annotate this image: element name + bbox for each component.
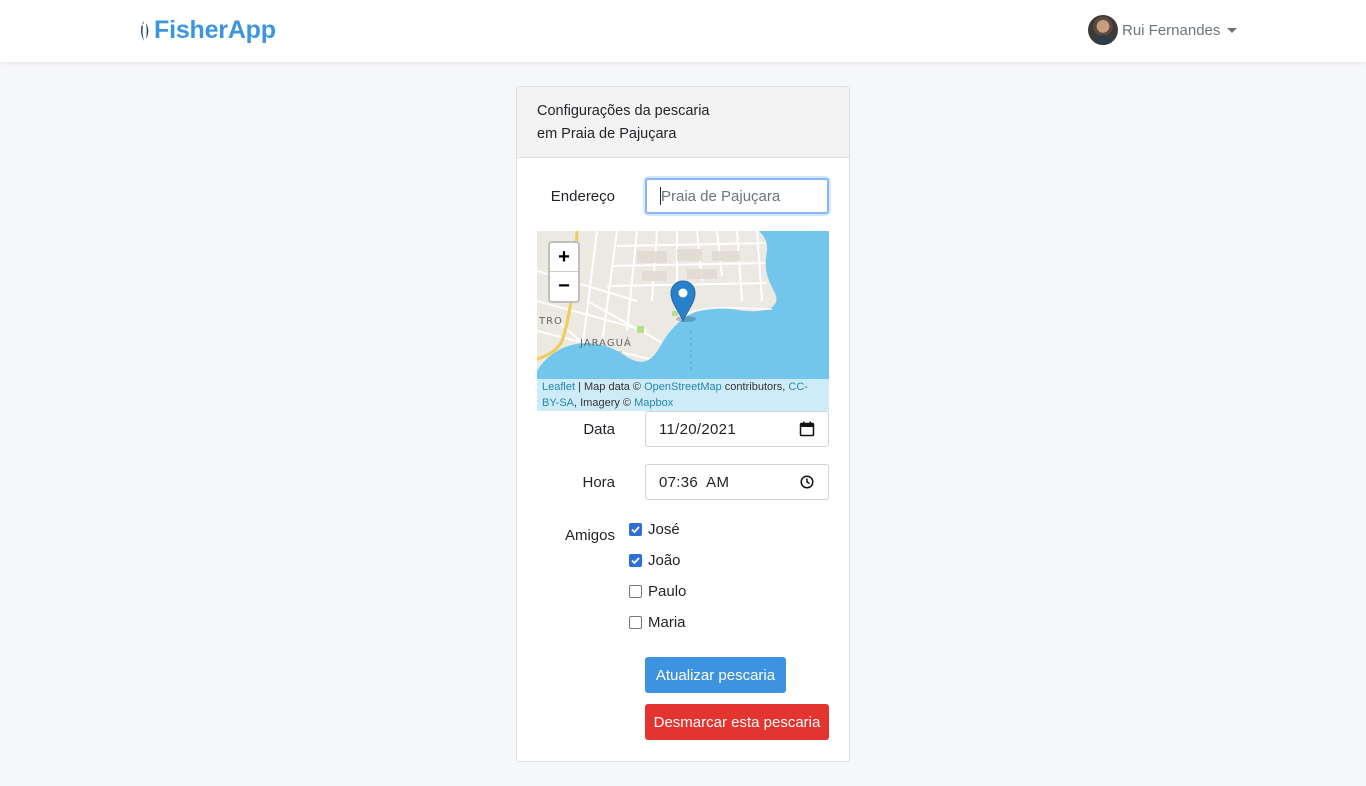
calendar-icon[interactable]	[799, 421, 815, 437]
card-title-line2: em Praia de Pajuçara	[537, 126, 677, 142]
card-header: Configurações da pescaria em Praia de Pa…	[517, 87, 849, 158]
address-input[interactable]: Praia de Pajuçara	[645, 178, 829, 214]
friend-option-joao[interactable]: João	[629, 552, 681, 569]
friend-name: Paulo	[648, 583, 687, 600]
friend-name: João	[648, 552, 681, 569]
mapbox-link[interactable]: Mapbox	[634, 397, 673, 409]
friend-name: José	[648, 521, 680, 538]
update-fishing-button[interactable]: Atualizar pescaria	[645, 657, 786, 693]
time-input[interactable]: 07:36 AM	[645, 464, 829, 500]
user-name: Rui Fernandes	[1122, 21, 1221, 39]
attribution-contributors: contributors,	[721, 381, 789, 393]
friend-checkbox-jose[interactable]	[629, 523, 642, 536]
check-icon	[631, 526, 640, 534]
brand-app: App	[227, 16, 276, 44]
fish-logo-icon	[141, 20, 149, 41]
friends-label: Amigos	[564, 527, 615, 544]
friend-option-jose[interactable]: José	[629, 521, 680, 538]
user-menu-dropdown[interactable]: Rui Fernandes	[1088, 15, 1238, 45]
brand-logo[interactable]: FisherApp	[137, 16, 276, 45]
leaflet-link[interactable]: Leaflet	[542, 381, 575, 393]
card-title-line1: Configurações da pescaria	[537, 103, 710, 119]
avatar	[1088, 15, 1118, 45]
check-icon	[631, 557, 640, 565]
address-placeholder: Praia de Pajuçara	[661, 187, 781, 205]
fishing-settings-card: Configurações da pescaria em Praia de Pa…	[516, 86, 850, 762]
osm-link[interactable]: OpenStreetMap	[644, 381, 722, 393]
clock-icon[interactable]	[799, 474, 815, 490]
time-value: 07:36 AM	[659, 473, 730, 491]
friend-checkbox-paulo[interactable]	[629, 585, 642, 598]
friend-name: Maria	[648, 614, 686, 631]
map-zoom-control: + −	[548, 241, 580, 303]
date-input[interactable]: 11/20/2021	[645, 411, 829, 447]
zoom-in-button[interactable]: +	[550, 243, 578, 272]
time-label: Hora	[582, 474, 615, 491]
address-label: Endereço	[550, 188, 615, 205]
attribution-map-data: | Map data ©	[575, 381, 645, 393]
map-label-centro: TRO	[538, 316, 563, 327]
map-attribution: Leaflet | Map data © OpenStreetMap contr…	[537, 379, 829, 411]
friend-checkbox-maria[interactable]	[629, 616, 642, 629]
attribution-imagery: , Imagery ©	[574, 397, 635, 409]
navbar: FisherApp Rui Fernandes	[0, 0, 1366, 62]
date-value: 11/20/2021	[659, 420, 736, 438]
brand-name: FisherApp	[154, 16, 276, 45]
map[interactable]: TRO JARAGUÁ + − Leaflet | Map data © Ope…	[537, 231, 829, 411]
map-marker-icon[interactable]	[669, 279, 697, 323]
friend-option-maria[interactable]: Maria	[629, 614, 686, 631]
map-label-jaragua: JARAGUÁ	[579, 336, 632, 349]
chevron-down-icon	[1227, 27, 1238, 33]
brand-fisher: Fisher	[154, 16, 228, 44]
friend-option-paulo[interactable]: Paulo	[629, 583, 686, 600]
friend-checkbox-joao[interactable]	[629, 554, 642, 567]
date-label: Data	[583, 421, 615, 438]
cancel-fishing-button[interactable]: Desmarcar esta pescaria	[645, 704, 829, 740]
zoom-out-button[interactable]: −	[550, 272, 578, 301]
